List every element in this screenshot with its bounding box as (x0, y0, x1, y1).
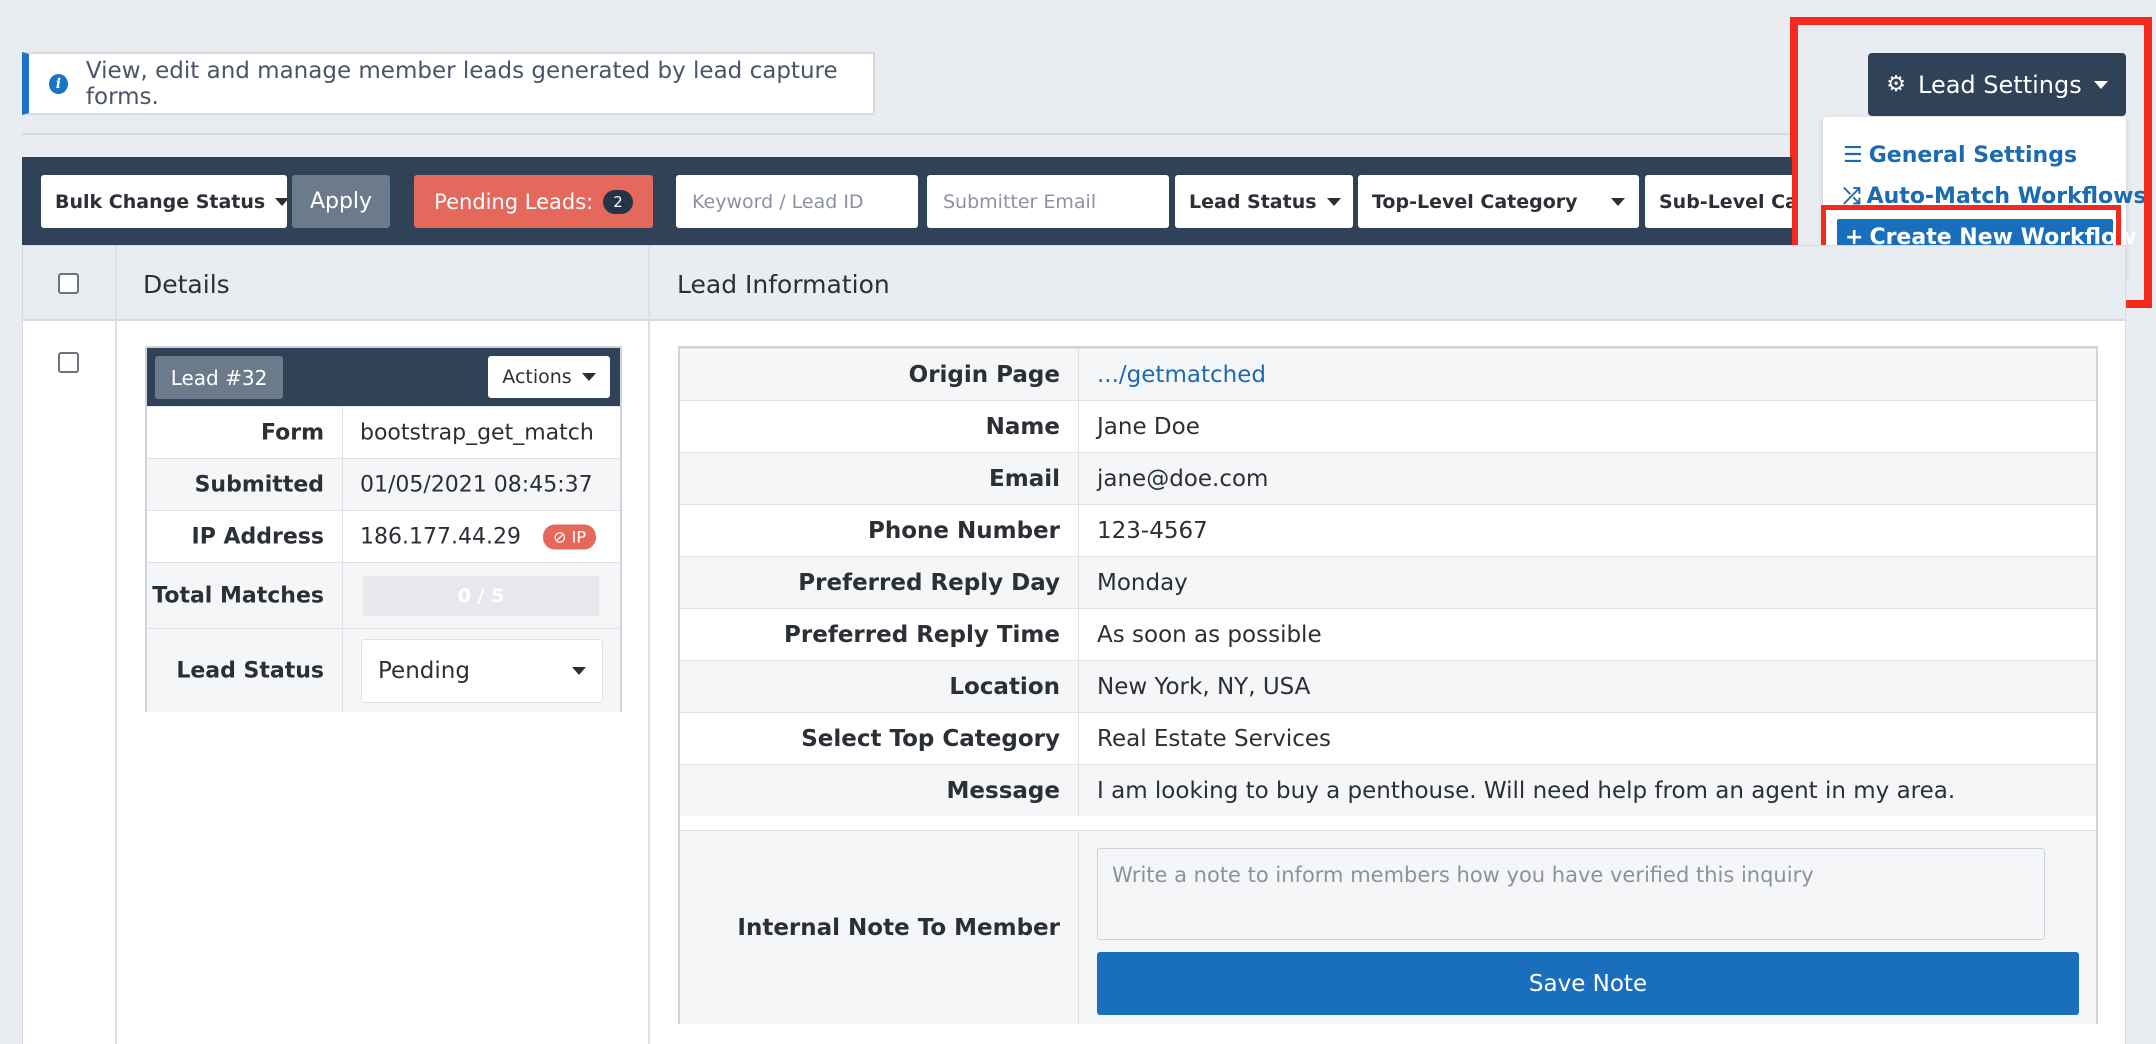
info-value: New York, NY, USA (1097, 673, 1311, 700)
detail-row-submitted: Submitted 01/05/2021 08:45:37 (147, 458, 620, 510)
detail-label: Lead Status (176, 658, 324, 683)
apply-button[interactable]: Apply (292, 175, 390, 228)
lead-status-value: Pending (378, 657, 470, 684)
detail-row-ip: IP Address 186.177.44.29 ⊘ IP (147, 510, 620, 562)
internal-note-label: Internal Note To Member (737, 914, 1060, 941)
lead-information-header: Lead Information (677, 270, 890, 299)
pending-count-badge: 2 (603, 189, 633, 214)
info-row: Preferred Reply Day Monday (680, 556, 2096, 608)
info-row: Message I am looking to buy a penthouse. … (680, 764, 2096, 816)
top-level-category-select[interactable]: Top-Level Category (1358, 175, 1639, 228)
internal-note-textarea[interactable]: Write a note to inform members how you h… (1097, 848, 2045, 940)
info-icon: i (49, 73, 68, 94)
caret-down-icon (572, 666, 586, 675)
info-label: Select Top Category (801, 725, 1060, 752)
ip-badge-label: IP (571, 527, 586, 546)
lead-card: Lead #32 Actions Form bootstrap_get_matc… (145, 346, 622, 712)
lead-id-badge: Lead #32 (155, 356, 283, 399)
detail-label: Form (260, 420, 324, 445)
details-header: Details (143, 270, 230, 299)
sub-level-category-label: Sub-Level Category (1659, 190, 1792, 213)
column-divider (115, 246, 117, 1044)
info-label: Origin Page (908, 361, 1060, 388)
select-all-checkbox[interactable] (58, 273, 79, 294)
table-header (23, 246, 2125, 321)
detail-label: Total Matches (152, 583, 324, 608)
info-row: Phone Number 123-4567 (680, 504, 2096, 556)
info-label: Preferred Reply Day (798, 569, 1060, 596)
info-value: Monday (1097, 569, 1188, 596)
info-row: Origin Page .../getmatched (680, 348, 2096, 400)
actions-dropdown[interactable]: Actions (488, 356, 610, 398)
caret-down-icon (275, 197, 287, 206)
internal-note-row: Internal Note To Member Write a note to … (680, 830, 2096, 1024)
info-value: 123-4567 (1097, 517, 1208, 544)
info-label: Name (985, 413, 1060, 440)
sub-level-category-select[interactable]: Sub-Level Category (1645, 175, 1792, 228)
ban-icon: ⊘ (553, 527, 567, 546)
detail-row-matches: Total Matches 0 / 5 (147, 562, 620, 628)
origin-page-link[interactable]: .../getmatched (1097, 362, 1266, 388)
lead-card-header: Lead #32 Actions (147, 348, 620, 406)
matches-progress-bar: 0 / 5 (363, 575, 599, 616)
caret-down-icon (1326, 197, 1341, 206)
info-row: Email jane@doe.com (680, 452, 2096, 504)
info-alert: i View, edit and manage member leads gen… (22, 52, 875, 115)
info-alert-text: View, edit and manage member leads gener… (85, 57, 838, 110)
keyword-input[interactable]: Keyword / Lead ID (676, 175, 918, 228)
bulk-change-status-label: Bulk Change Status (55, 190, 266, 213)
detail-value: bootstrap_get_match (360, 420, 594, 445)
info-row: Select Top Category Real Estate Services (680, 712, 2096, 764)
info-label: Email (989, 465, 1060, 492)
detail-label: IP Address (191, 524, 324, 549)
detail-value: 186.177.44.29 (360, 524, 521, 549)
detail-row-status: Lead Status Pending (147, 628, 620, 712)
detail-row-form: Form bootstrap_get_match (147, 406, 620, 458)
detail-value: 01/05/2021 08:45:37 (360, 472, 593, 497)
divider (22, 133, 1792, 135)
info-value: Real Estate Services (1097, 725, 1331, 752)
info-value: jane@doe.com (1097, 465, 1269, 492)
info-value: I am looking to buy a penthouse. Will ne… (1097, 777, 1956, 804)
actions-label: Actions (502, 366, 572, 388)
column-divider (648, 246, 650, 1044)
info-value: As soon as possible (1097, 621, 1322, 648)
block-ip-button[interactable]: ⊘ IP (543, 524, 596, 549)
caret-down-icon (581, 373, 596, 381)
lead-status-filter[interactable]: Lead Status (1175, 175, 1353, 228)
info-value: Jane Doe (1097, 413, 1200, 440)
save-note-button[interactable]: Save Note (1097, 952, 2079, 1015)
info-label: Location (949, 673, 1060, 700)
pending-leads-button[interactable]: Pending Leads: 2 (414, 175, 653, 228)
info-label: Phone Number (867, 517, 1060, 544)
info-row: Location New York, NY, USA (680, 660, 2096, 712)
top-level-category-label: Top-Level Category (1372, 190, 1578, 213)
caret-down-icon (1611, 197, 1625, 206)
info-row: Preferred Reply Time As soon as possible (680, 608, 2096, 660)
lead-status-select[interactable]: Pending (361, 638, 603, 703)
lead-status-filter-label: Lead Status (1189, 190, 1317, 213)
pending-leads-label: Pending Leads: (434, 189, 594, 214)
lead-information-table: Origin Page .../getmatched Name Jane Doe Ema… (678, 346, 2098, 1024)
detail-label: Submitted (194, 472, 324, 497)
matches-progress-text: 0 / 5 (457, 584, 505, 607)
info-row: Name Jane Doe (680, 400, 2096, 452)
bulk-change-status-dropdown[interactable]: Bulk Change Status (41, 175, 287, 228)
info-label: Preferred Reply Time (784, 621, 1060, 648)
filter-toolbar: Bulk Change Status Apply Pending Leads: … (22, 157, 1792, 245)
submitter-email-input[interactable]: Submitter Email (927, 175, 1169, 228)
row-checkbox[interactable] (58, 352, 79, 373)
info-label: Message (946, 777, 1060, 804)
